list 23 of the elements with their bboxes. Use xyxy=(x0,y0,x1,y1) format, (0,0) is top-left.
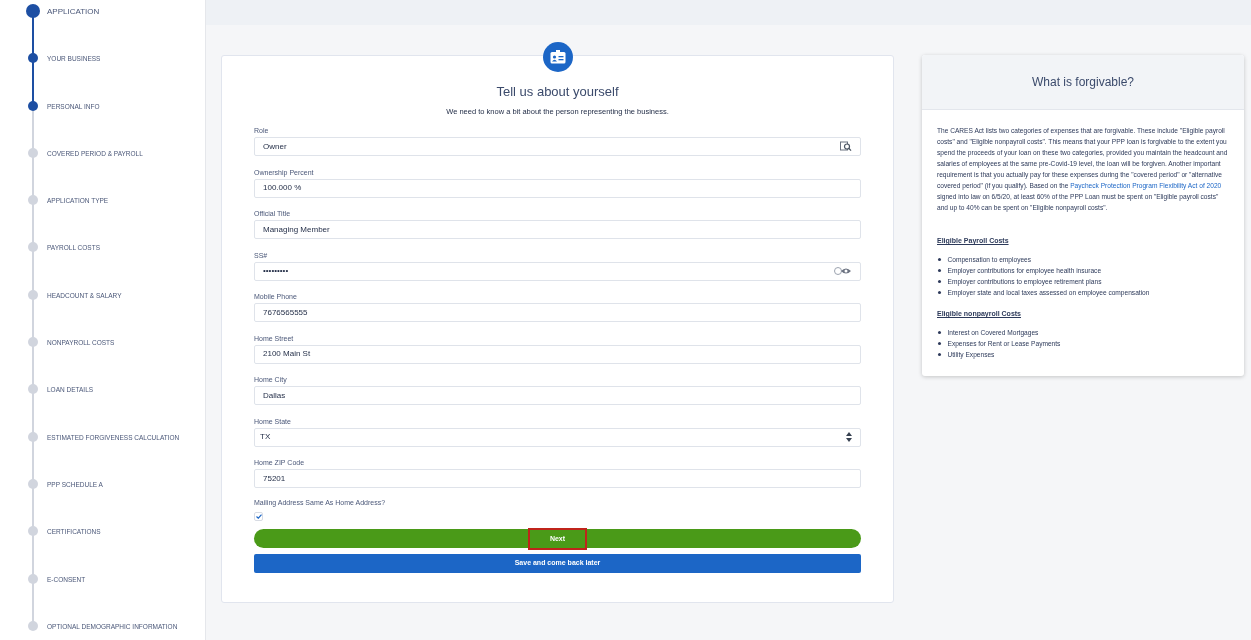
bullet-icon xyxy=(938,331,941,334)
sort-arrows-icon[interactable] xyxy=(846,432,852,443)
checkbox[interactable] xyxy=(254,512,263,522)
bullet-icon xyxy=(938,258,941,261)
input-field[interactable]: 75201 xyxy=(254,469,861,489)
input-field[interactable]: ••••••••• xyxy=(254,261,861,281)
bullet-icon xyxy=(938,269,941,272)
step-label[interactable]: APPLICATION xyxy=(47,6,100,18)
bullet-icon xyxy=(938,353,941,356)
input-field[interactable]: Owner xyxy=(254,137,861,157)
input-field[interactable]: Managing Member xyxy=(254,220,861,240)
eye-icon[interactable] xyxy=(834,266,852,277)
input-field[interactable]: 2100 Main St xyxy=(254,344,861,364)
bullet-icon xyxy=(938,342,941,345)
bullet-icon xyxy=(938,291,941,294)
state-select[interactable]: TX xyxy=(254,427,861,447)
bullet-icon xyxy=(938,280,941,283)
input-field[interactable]: 100.000 % xyxy=(254,178,861,198)
input-field[interactable]: Dallas xyxy=(254,386,861,406)
form-title: Tell us about yourself xyxy=(495,84,620,100)
info-title: What is forgivable? xyxy=(922,55,1244,110)
input-field[interactable]: 7676565555 xyxy=(254,303,861,323)
search-icon[interactable] xyxy=(840,141,852,153)
